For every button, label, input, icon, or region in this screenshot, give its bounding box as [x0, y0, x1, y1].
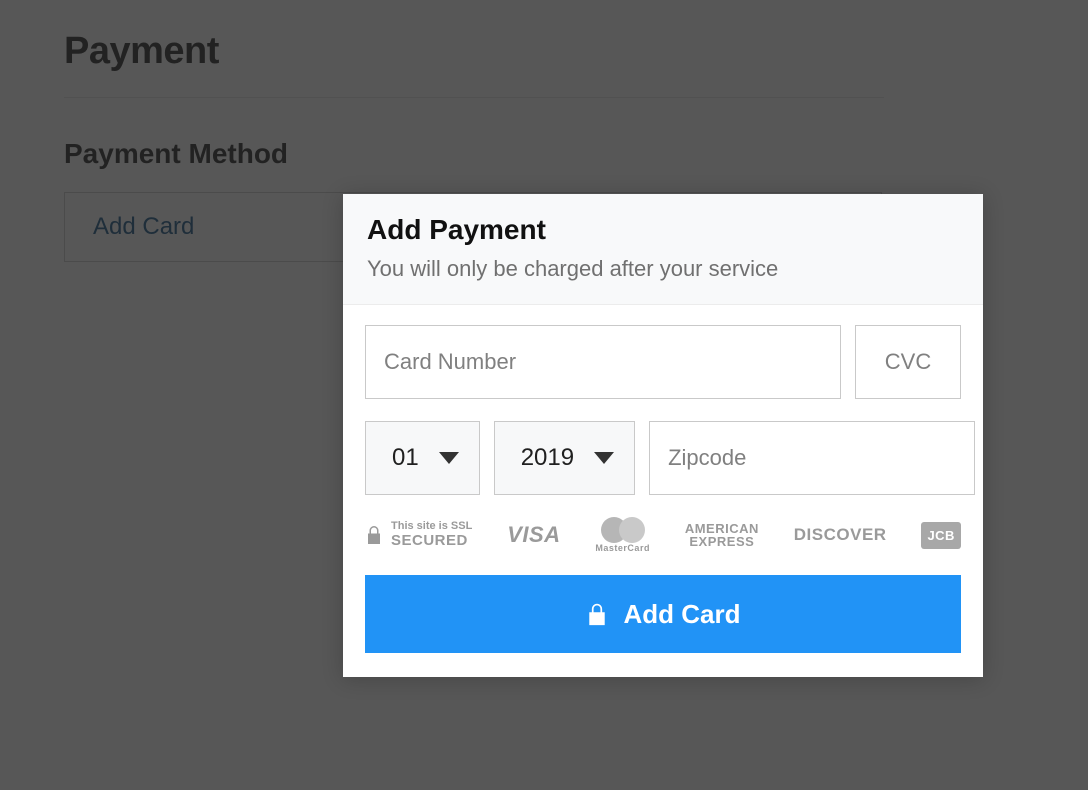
- caret-down-icon: [439, 452, 459, 464]
- modal-subtitle: You will only be charged after your serv…: [367, 256, 959, 282]
- ssl-line2: SECURED: [391, 533, 472, 549]
- ssl-text: This site is SSL SECURED: [391, 521, 472, 548]
- add-payment-modal: Add Payment You will only be charged aft…: [343, 194, 983, 677]
- discover-icon: DISCOVER: [794, 525, 887, 545]
- add-card-submit-button[interactable]: Add Card: [365, 575, 961, 653]
- mastercard-circles-icon: [601, 517, 645, 543]
- security-and-brands: This site is SSL SECURED VISA MasterCard…: [365, 517, 961, 553]
- expiry-year-value: 2019: [521, 444, 574, 472]
- zipcode-field[interactable]: [649, 421, 975, 495]
- amex-line2: EXPRESS: [685, 535, 759, 548]
- row-expiry-zip: 01 2019: [365, 421, 961, 495]
- jcb-icon: JCB: [921, 522, 961, 549]
- row-card-cvc: [365, 325, 961, 399]
- mastercard-icon: MasterCard: [595, 517, 650, 553]
- ssl-badge: This site is SSL SECURED: [365, 521, 472, 548]
- lock-icon: [586, 602, 608, 626]
- submit-label: Add Card: [624, 599, 741, 630]
- expiry-year-select[interactable]: 2019: [494, 421, 635, 495]
- caret-down-icon: [594, 452, 614, 464]
- expiry-month-select[interactable]: 01: [365, 421, 480, 495]
- lock-icon: [365, 524, 383, 546]
- modal-body: 01 2019 This site is SSL SECURED VISA: [343, 305, 983, 677]
- visa-icon: VISA: [507, 522, 560, 548]
- modal-header: Add Payment You will only be charged aft…: [343, 194, 983, 305]
- card-number-field[interactable]: [365, 325, 841, 399]
- amex-icon: AMERICAN EXPRESS: [685, 522, 759, 548]
- mastercard-label: MasterCard: [595, 543, 650, 553]
- modal-title: Add Payment: [367, 214, 959, 246]
- expiry-month-value: 01: [392, 444, 419, 472]
- cvc-field[interactable]: [855, 325, 961, 399]
